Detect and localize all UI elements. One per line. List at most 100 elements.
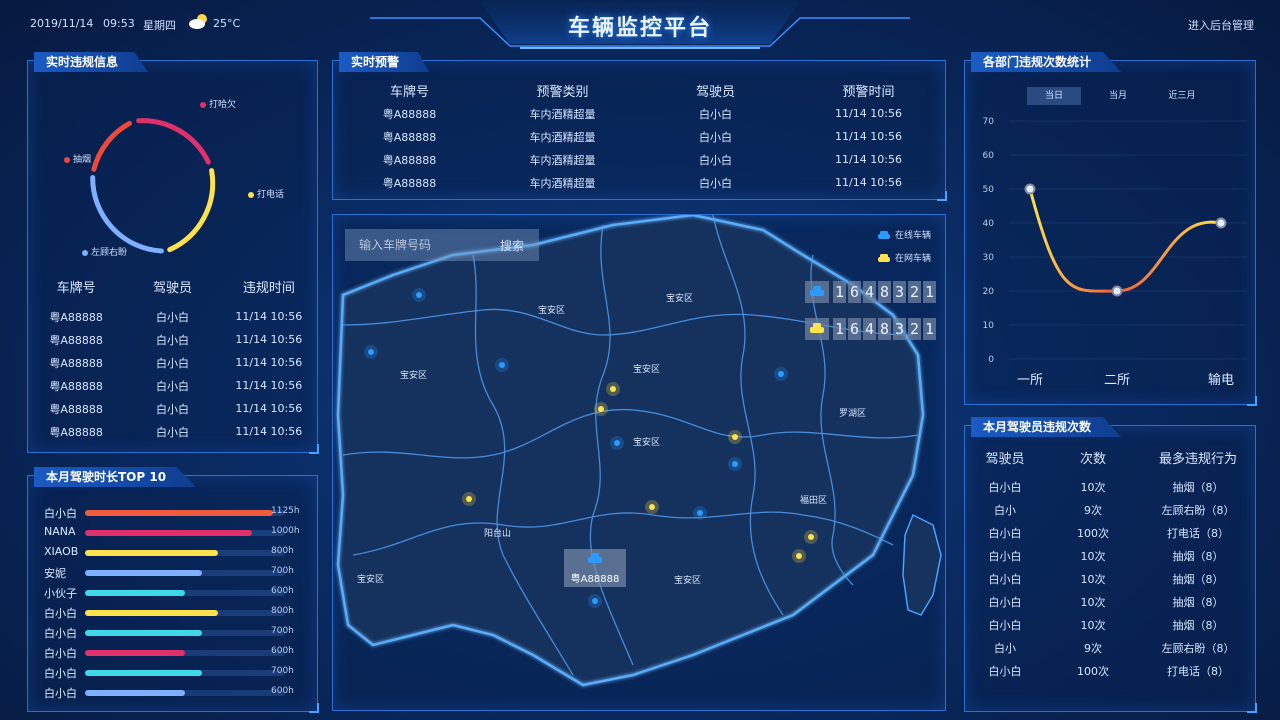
panel-title: 本月驾驶员违规次数 (971, 417, 1122, 437)
table-row[interactable]: 白小 9次 左顾右盼（8） (965, 636, 1255, 659)
search-button[interactable]: 搜索 (485, 229, 539, 261)
header: 2019/11/14 09:53 星期四 25°C 车辆监控平台 进入后台管理 (0, 0, 1280, 50)
vehicle-marker-network[interactable] (645, 500, 659, 514)
table-row[interactable]: 粤A88888 白小白 11/14 10:56 (28, 305, 317, 328)
table-row[interactable]: 粤A88888 白小白 11/14 10:56 (28, 351, 317, 374)
region-label[interactable]: 宝安区 (538, 303, 565, 316)
chart-point (1215, 217, 1227, 229)
driver-hours: 800h (271, 606, 294, 616)
driving-top10-panel: 本月驾驶时长TOP 10 白小白 1125h NANA 1000h XIAOB 800… (27, 467, 319, 713)
cell-count: 10次 (1080, 480, 1106, 494)
table-row[interactable]: 白小白 100次 打电话（8） (965, 659, 1255, 682)
column-header: 车牌号 (56, 280, 96, 296)
cell-type: 车内酒精超量 (529, 176, 596, 190)
cell-count: 9次 (1084, 641, 1102, 655)
bar-track (85, 610, 285, 616)
table-row[interactable]: 白小 9次 左顾右盼（8） (965, 498, 1255, 521)
cell-count: 10次 (1080, 572, 1106, 586)
table-row[interactable]: 白小白 10次 抽烟（8） (965, 544, 1255, 567)
vehicle-marker-online[interactable] (412, 288, 426, 302)
table-row[interactable]: 粤A88888 白小白 11/14 10:56 (28, 397, 317, 420)
donut-segment-yawn (136, 118, 211, 165)
region-label[interactable]: 宝安区 (674, 573, 701, 586)
bar-fill (85, 510, 273, 516)
vehicle-marker-network[interactable] (462, 492, 476, 506)
y-tick-label: 60 (983, 151, 995, 161)
cell-driver: 白小白 (699, 153, 732, 167)
legend-network-label: 在网车辆 (895, 254, 932, 264)
vehicle-marker-online[interactable] (588, 594, 602, 608)
vehicle-marker-online[interactable] (495, 358, 509, 372)
vehicle-marker-online[interactable] (774, 367, 788, 381)
bar-track (85, 530, 285, 536)
selected-car-tag[interactable]: 粤A88888 (564, 549, 626, 587)
driver-table: 驾驶员 次数 最多违规行为 白小白 10次 抽烟（8） 白小 9次 左顾右盼（8） 白小… (965, 445, 1255, 682)
region-label[interactable]: 宝安区 (633, 362, 660, 375)
table-row[interactable]: 粤A88888 车内酒精超量 白小白 11/14 10:56 (333, 102, 945, 125)
table-row[interactable]: 粤A88888 车内酒精超量 白小白 11/14 10:56 (333, 125, 945, 148)
bar-track (85, 590, 285, 596)
cell-driver: 白小白 (988, 480, 1022, 494)
counter-digit: 1 (833, 318, 846, 340)
region-label[interactable]: 宝安区 (633, 435, 660, 448)
table-header: 车牌号 驾驶员 违规时间 (28, 275, 317, 297)
cell-time: 11/14 10:56 (835, 153, 902, 166)
search-input[interactable] (345, 229, 485, 261)
table-row[interactable]: 白小白 10次 抽烟（8） (965, 567, 1255, 590)
vehicle-marker-online[interactable] (610, 436, 624, 450)
cell-plate: 粤A88888 (49, 379, 103, 393)
cell-time: 11/14 10:56 (835, 176, 902, 189)
vehicle-marker-network[interactable] (606, 382, 620, 396)
table-row[interactable]: 白小白 100次 打电话（8） (965, 521, 1255, 544)
list-item: 白小白 800h (28, 602, 319, 622)
cell-driver: 白小白 (988, 595, 1022, 609)
vehicle-marker-online[interactable] (728, 457, 742, 471)
region-label[interactable]: 宝安区 (400, 368, 427, 381)
admin-link[interactable]: 进入后台管理 (1188, 17, 1254, 33)
online-vehicle-counter: 1 6 4 8 3 2 1 (805, 281, 938, 303)
car-icon (805, 281, 829, 303)
vehicle-marker-network[interactable] (792, 549, 806, 563)
chart-x-ticks: 一所 二所 输电 (1017, 372, 1234, 388)
donut-label-look: 左顾右盼 (82, 245, 127, 258)
driver-name: 白小白 (44, 507, 77, 520)
cell-behavior: 抽烟（8） (1172, 618, 1224, 632)
list-item: 白小白 600h (28, 642, 319, 662)
table-row[interactable]: 粤A88888 车内酒精超量 白小白 11/14 10:56 (333, 148, 945, 171)
bar-fill (85, 670, 202, 676)
region-label[interactable]: 宝安区 (357, 572, 384, 585)
cell-driver: 白小白 (988, 572, 1022, 586)
table-row[interactable]: 粤A88888 白小白 11/14 10:56 (28, 374, 317, 397)
panel-title: 实时违规信息 (34, 52, 149, 72)
region-label[interactable]: 福田区 (800, 493, 827, 506)
bar-track (85, 550, 285, 556)
cell-driver: 白小白 (155, 379, 189, 393)
cell-driver: 白小白 (988, 664, 1022, 678)
table-row[interactable]: 白小白 10次 抽烟（8） (965, 613, 1255, 636)
donut-label-yawn: 打哈欠 (200, 97, 236, 110)
alert-table: 车牌号 预警类别 驾驶员 预警时间 粤A88888 车内酒精超量 白小白 11/14 … (333, 79, 945, 194)
map-panel: 搜索 在线车辆 在网车辆 1 6 4 8 3 2 1 1 6 4 8 3 2 1… (332, 214, 946, 711)
bar-fill (85, 630, 202, 636)
table-row[interactable]: 白小白 10次 抽烟（8） (965, 590, 1255, 613)
panel-corner (309, 444, 319, 454)
vehicle-marker-network[interactable] (804, 530, 818, 544)
bar-track (85, 670, 285, 676)
table-row[interactable]: 粤A88888 车内酒精超量 白小白 11/14 10:56 (333, 171, 945, 194)
driver-name: 白小白 (44, 647, 77, 660)
vehicle-marker-online[interactable] (693, 506, 707, 520)
x-tick-label: 输电 (1208, 372, 1234, 388)
column-header: 次数 (1079, 451, 1106, 467)
vehicle-marker-network[interactable] (728, 430, 742, 444)
region-label[interactable]: 宝安区 (666, 291, 693, 304)
table-row[interactable]: 粤A88888 白小白 11/14 10:56 (28, 328, 317, 351)
cell-time: 11/14 10:56 (235, 333, 303, 346)
table-row[interactable]: 粤A88888 白小白 11/14 10:56 (28, 420, 317, 443)
region-label[interactable]: 阳台山 (484, 526, 511, 539)
table-row[interactable]: 白小白 10次 抽烟（8） (965, 475, 1255, 498)
vehicle-marker-network[interactable] (594, 402, 608, 416)
region-label[interactable]: 罗湖区 (839, 406, 866, 419)
vehicle-marker-online[interactable] (364, 345, 378, 359)
driver-name: XIAOB (44, 545, 79, 558)
network-vehicle-counter: 1 6 4 8 3 2 1 (805, 318, 938, 340)
